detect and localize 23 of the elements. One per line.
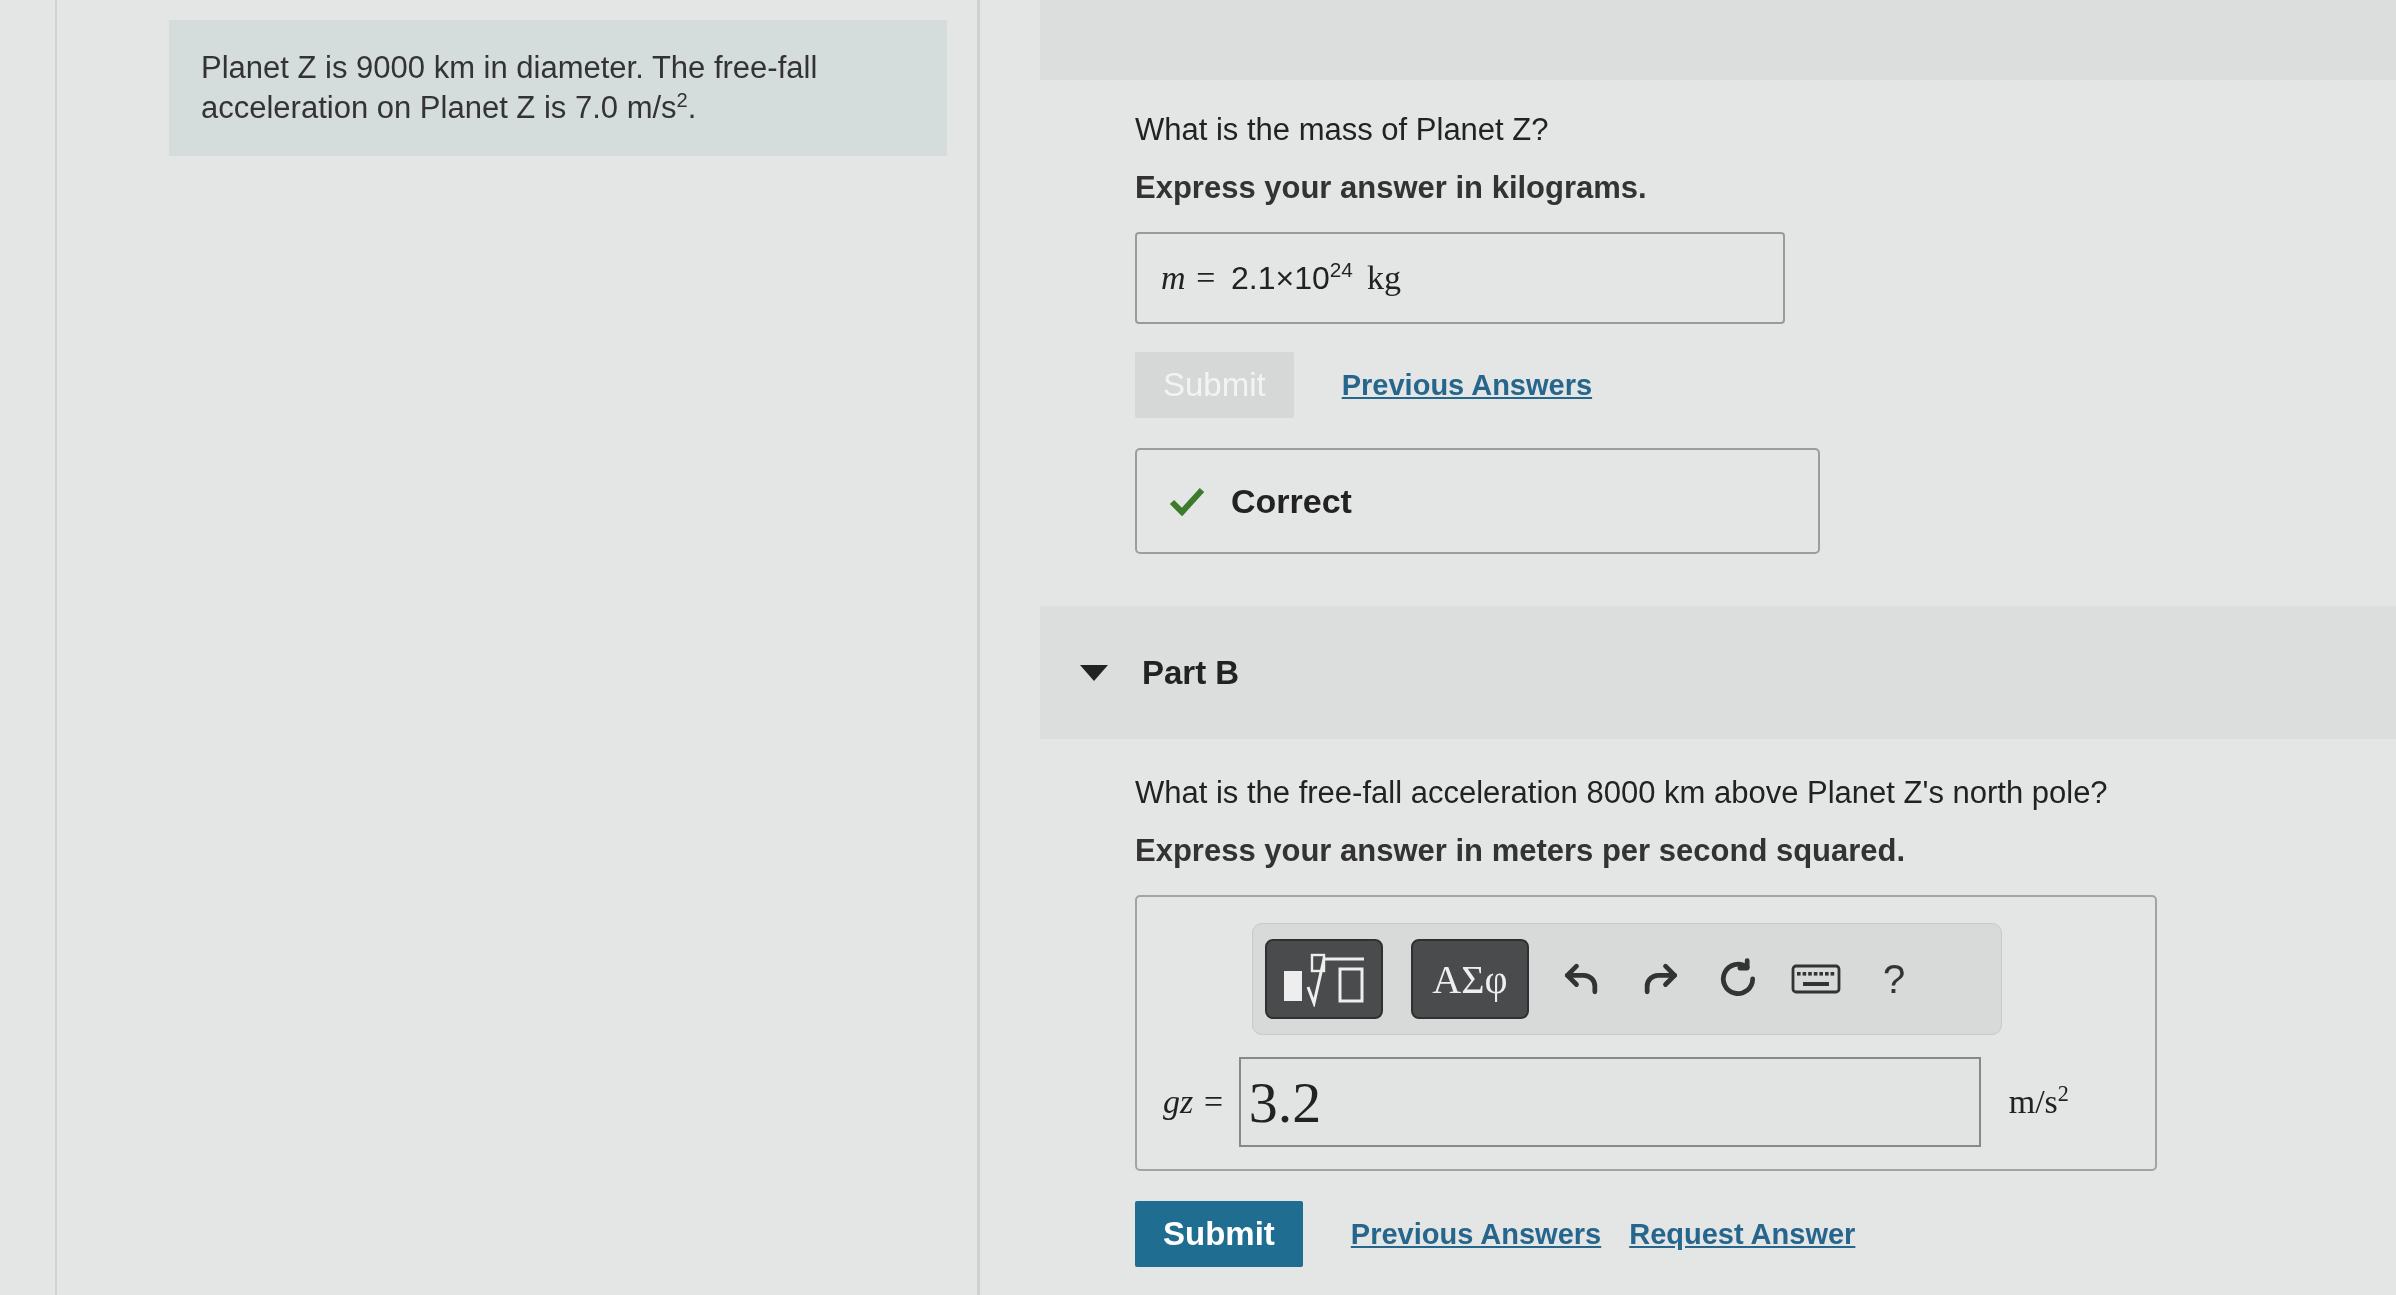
caret-icon [1080, 664, 1108, 681]
instruction-text: Express your answer in meters per second squared. [1135, 833, 1906, 869]
question-text: What is the free-fall acceleration 8000 km above Planet Z's north pole? [1135, 775, 2108, 811]
answer-field[interactable]: 3.2 [1238, 1057, 1981, 1147]
variable-label: gz = [1163, 1083, 1225, 1121]
answer-link[interactable]: Previous Answers [1350, 1217, 1602, 1251]
unit-label: m/s$^{2}$ [2008, 1083, 2069, 1121]
checkmark-icon [1169, 486, 1205, 516]
submit-button[interactable]: Submit [1135, 1201, 1303, 1267]
question-text: What is the mass of Planet Z? [1135, 112, 1549, 148]
feedback-text: Correct [1231, 481, 1352, 521]
part-title: Part B [1142, 653, 1240, 692]
part-header[interactable]: Part B [1040, 606, 2396, 739]
symbols-button[interactable]: ΑΣφ [1411, 939, 1529, 1019]
template-button[interactable] [1265, 939, 1383, 1019]
help-button[interactable]: ? [1869, 956, 1919, 1002]
keyboard-button[interactable] [1791, 964, 1841, 994]
keyboard-icon [1791, 964, 1841, 994]
answer-field[interactable]: m = 2.1×10$^{24}$ kg [1135, 232, 1785, 324]
problem-text: Planet Z is 9000 km in diameter. The free-fall acceleration on Planet Z is 7.0 m/s$^{2}$. [201, 50, 818, 125]
instruction-text: Express your answer in kilograms. [1135, 170, 1647, 206]
previous-answers-link[interactable]: Previous Answers [1341, 368, 1593, 402]
answer-link[interactable]: Request Answer [1629, 1217, 1856, 1251]
